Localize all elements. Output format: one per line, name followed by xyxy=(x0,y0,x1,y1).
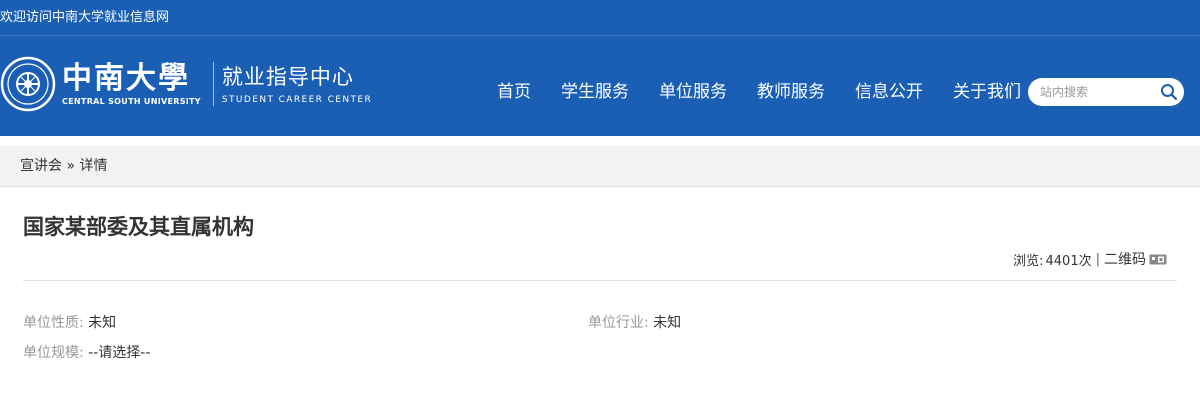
article-meta: 浏览: 4401次 | 二维码 xyxy=(1013,249,1167,269)
breadcrumb-current: 详情 xyxy=(79,158,108,174)
page-title: 国家某部委及其直属机构 xyxy=(23,215,254,239)
search-input[interactable] xyxy=(1040,85,1160,99)
nav-item-employer-services[interactable]: 单位服务 xyxy=(644,80,742,104)
qrcode-icon[interactable] xyxy=(1149,253,1167,265)
welcome-text: 欢迎访问中南大学就业信息网 xyxy=(0,10,170,25)
center-name-cn: 就业指导中心 xyxy=(221,65,354,89)
breadcrumb-separator: » xyxy=(66,158,76,174)
qrcode-link[interactable]: 二维码 xyxy=(1104,249,1146,269)
company-info: 单位性质: 未知 单位行业: 未知 单位规模: --请选择-- xyxy=(23,308,1177,368)
nav-item-teacher-services[interactable]: 教师服务 xyxy=(742,80,840,104)
company-industry-value: 未知 xyxy=(653,315,682,331)
meta-separator: | xyxy=(1095,251,1100,267)
logo-divider xyxy=(212,62,214,106)
main-bar: 中南大學 CENTRAL SOUTH UNIVERSITY 就业指导中心 STU… xyxy=(0,36,1200,136)
info-row: 单位规模: --请选择-- xyxy=(23,338,1177,368)
nav-item-student-services[interactable]: 学生服务 xyxy=(546,80,644,104)
breadcrumb-link-talks[interactable]: 宣讲会 xyxy=(20,158,62,174)
main-nav: 首页 学生服务 单位服务 教师服务 信息公开 关于我们 xyxy=(482,80,1036,104)
nav-item-public-info[interactable]: 信息公开 xyxy=(840,80,938,104)
view-count: 4401次 xyxy=(1045,253,1092,269)
university-seal-icon xyxy=(0,56,56,112)
site-header: 欢迎访问中南大学就业信息网 中南大學 CENTRAL SOUTH UNIVERS… xyxy=(0,0,1200,136)
company-nature-label: 单位性质: xyxy=(23,315,84,331)
nav-item-about-us[interactable]: 关于我们 xyxy=(938,80,1036,104)
nav-item-home[interactable]: 首页 xyxy=(482,80,546,104)
views-label: 浏览: xyxy=(1013,253,1044,269)
company-industry-label: 单位行业: xyxy=(588,315,649,331)
company-scale-value: --请选择-- xyxy=(88,345,151,361)
center-name-en: STUDENT CAREER CENTER xyxy=(221,95,373,105)
breadcrumb: 宣讲会 » 详情 xyxy=(0,146,1200,187)
company-scale-label: 单位规模: xyxy=(23,345,84,361)
university-name-en: CENTRAL SOUTH UNIVERSITY xyxy=(62,96,201,106)
top-bar: 欢迎访问中南大学就业信息网 xyxy=(0,0,1200,36)
article-content: 国家某部委及其直属机构 浏览: 4401次 | 二维码 单位性质: 未知 单位行… xyxy=(23,212,1177,361)
search-icon[interactable] xyxy=(1160,83,1178,101)
info-row: 单位性质: 未知 单位行业: 未知 xyxy=(23,308,1177,338)
site-logo[interactable]: 中南大學 CENTRAL SOUTH UNIVERSITY 就业指导中心 STU… xyxy=(0,56,372,112)
title-divider xyxy=(23,280,1177,281)
company-nature-value: 未知 xyxy=(88,315,117,331)
university-name-cn: 中南大學 xyxy=(62,60,190,96)
search-box xyxy=(1028,78,1184,106)
